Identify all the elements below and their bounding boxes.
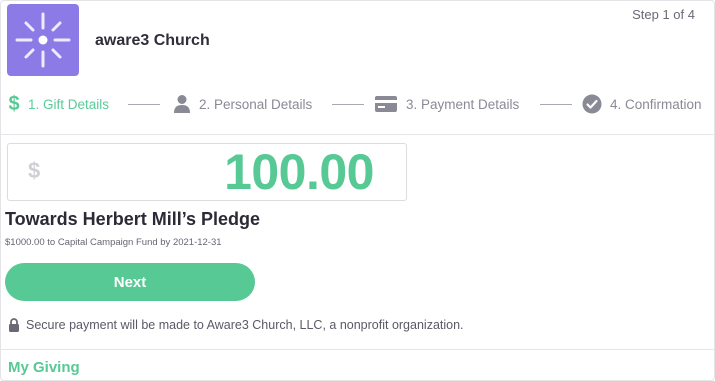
step-gift-details[interactable]: $ 1. Gift Details xyxy=(8,90,109,118)
step-connector xyxy=(332,104,364,105)
amount-value: 100.00 xyxy=(224,144,374,200)
dollar-icon: $ xyxy=(8,94,20,114)
my-giving-link[interactable]: My Giving xyxy=(8,359,80,376)
credit-card-icon xyxy=(374,95,398,113)
amount-input[interactable]: $ 100.00 xyxy=(7,143,407,201)
footer-divider xyxy=(0,349,715,350)
secure-payment-text: Secure payment will be made to Aware3 Ch… xyxy=(26,318,464,332)
sparkle-logo-icon xyxy=(15,12,71,68)
step-personal-details[interactable]: 2. Personal Details xyxy=(173,90,312,118)
step-connector xyxy=(540,104,572,105)
person-icon xyxy=(173,94,191,114)
step-connector xyxy=(128,104,160,105)
progress-steps: $ 1. Gift Details 2. Personal Details 3.… xyxy=(0,90,715,118)
step-counter: Step 1 of 4 xyxy=(632,7,695,22)
step-payment-details[interactable]: 3. Payment Details xyxy=(374,90,519,118)
next-button[interactable]: Next xyxy=(5,263,255,301)
pledge-title: Towards Herbert Mill’s Pledge xyxy=(5,209,261,229)
step-label: 1. Gift Details xyxy=(28,96,110,112)
step-confirmation[interactable]: 4. Confirmation xyxy=(582,90,702,118)
currency-symbol: $ xyxy=(28,158,41,183)
step-label: 2. Personal Details xyxy=(199,96,313,112)
check-circle-icon xyxy=(582,94,602,114)
lock-icon xyxy=(8,318,20,332)
pledge-subtitle: $1000.00 to Capital Campaign Fund by 202… xyxy=(5,237,222,248)
church-logo xyxy=(7,4,79,76)
step-label: 4. Confirmation xyxy=(610,96,702,112)
section-divider xyxy=(0,134,715,135)
secure-payment-note: Secure payment will be made to Aware3 Ch… xyxy=(8,318,464,332)
step-label: 3. Payment Details xyxy=(406,96,520,112)
svg-text:$: $ xyxy=(8,94,19,114)
church-name: aware3 Church xyxy=(95,32,210,49)
